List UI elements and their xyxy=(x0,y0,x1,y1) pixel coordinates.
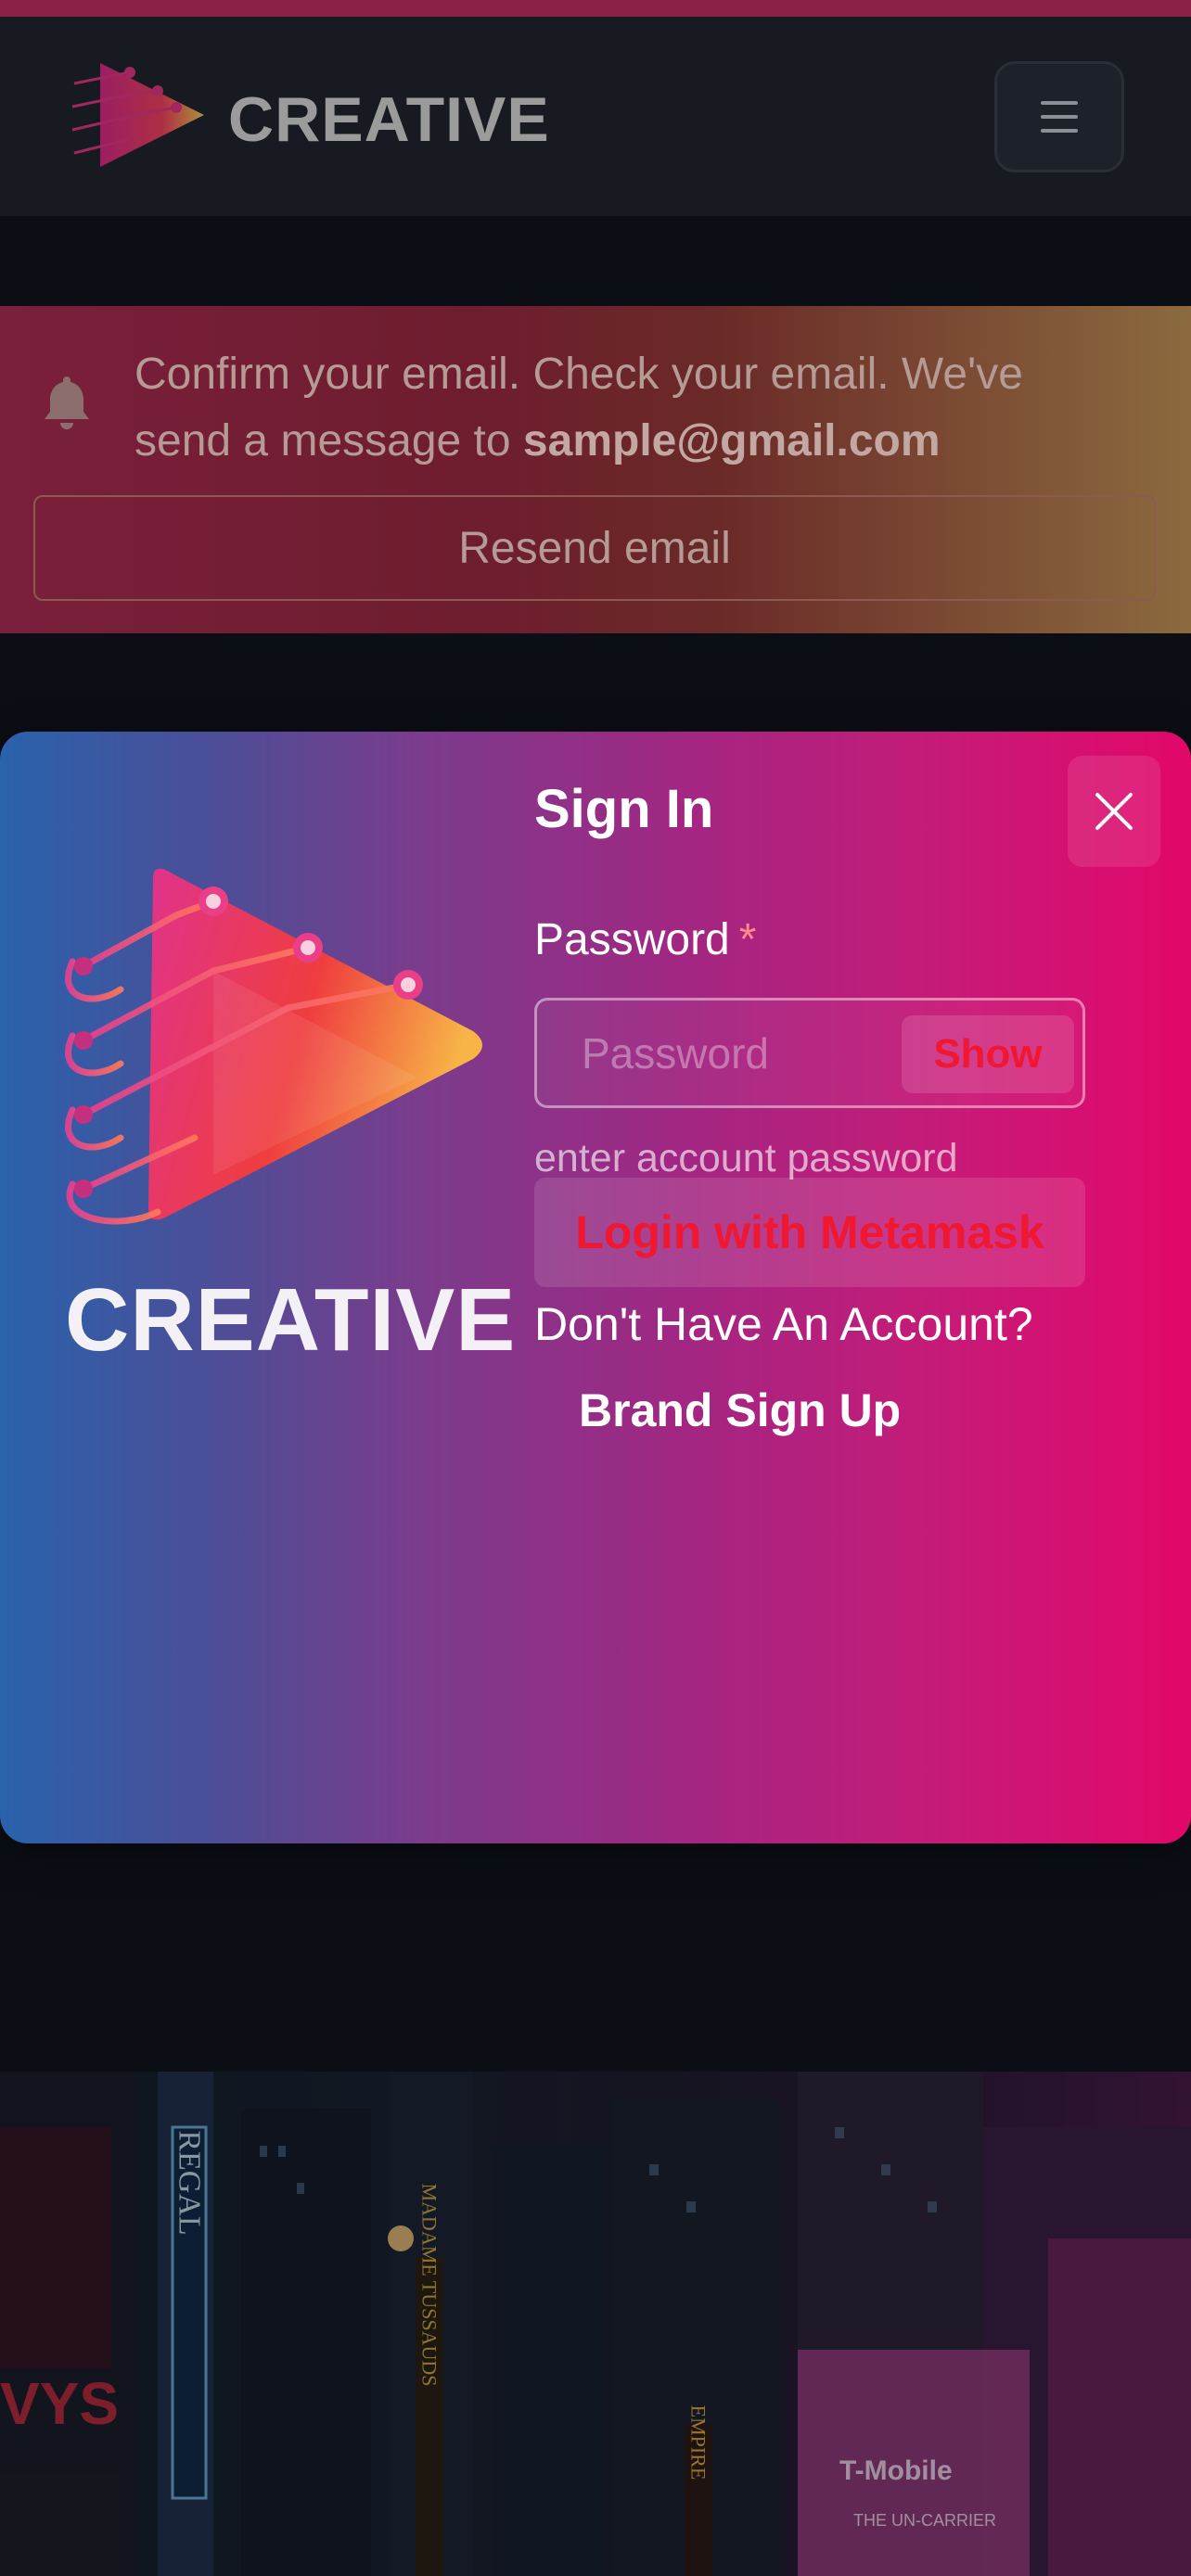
password-input[interactable] xyxy=(582,1019,878,1088)
navbar: CREATIVE xyxy=(0,17,1191,216)
creative-logo-icon xyxy=(65,868,482,1225)
login-with-metamask-button[interactable]: Login with Metamask xyxy=(534,1178,1085,1287)
modal-brand-name: CREATIVE xyxy=(65,1270,517,1370)
alert-email: sample@gmail.com xyxy=(522,416,941,465)
image-dim-overlay xyxy=(0,2072,1191,2576)
password-help-text: enter account password xyxy=(534,1136,958,1180)
sign-in-modal: CREATIVE Sign In Password * Show enter ac… xyxy=(0,732,1191,1843)
close-button[interactable] xyxy=(1068,756,1160,867)
hamburger-menu-icon-bar xyxy=(1041,129,1078,133)
top-accent-strip xyxy=(0,0,1191,17)
required-marker: * xyxy=(738,915,757,964)
brand-sign-up-link[interactable]: Brand Sign Up xyxy=(579,1384,901,1437)
no-account-text: Don't Have An Account? xyxy=(534,1298,1033,1350)
hamburger-menu-button[interactable] xyxy=(994,61,1124,172)
password-label-text: Password xyxy=(534,915,730,964)
header-brand-name: CREATIVE xyxy=(228,84,550,155)
password-label: Password * xyxy=(534,914,756,965)
password-field-group: Show xyxy=(534,998,1085,1108)
close-icon xyxy=(1095,793,1133,830)
sign-in-title: Sign In xyxy=(534,779,714,839)
city-background-image: REGAL MADAME TUSSAUDS EMPIRE T-Mobile TH… xyxy=(0,2072,1191,2576)
resend-email-button[interactable]: Resend email xyxy=(33,495,1156,601)
bell-icon xyxy=(45,376,89,429)
creative-logo-icon[interactable] xyxy=(65,56,209,174)
hamburger-menu-icon-bar xyxy=(1041,101,1078,105)
show-password-button[interactable]: Show xyxy=(902,1015,1074,1093)
alert-message: Confirm your email. Check your email. We… xyxy=(134,341,1118,475)
hamburger-menu-icon-bar xyxy=(1041,115,1078,119)
